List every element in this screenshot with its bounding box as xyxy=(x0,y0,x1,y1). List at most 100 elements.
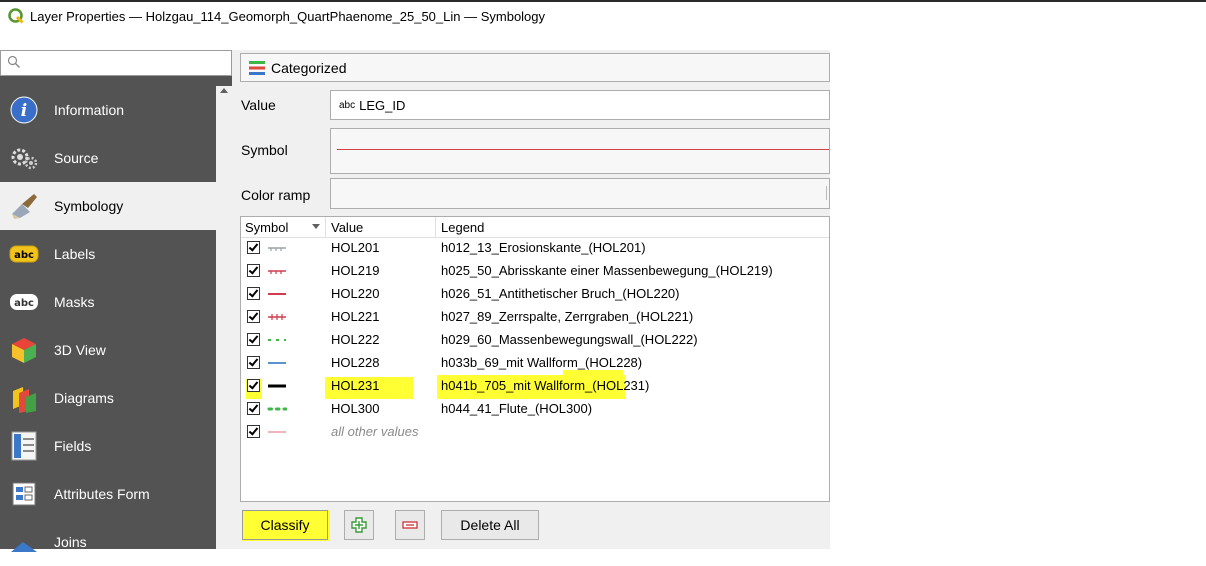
color-ramp-dropdown-edge xyxy=(826,186,827,200)
sidebar-item-labels[interactable]: abc Labels xyxy=(0,230,216,278)
table-header: Symbol Value Legend xyxy=(241,217,829,238)
symbol-button[interactable] xyxy=(330,128,830,174)
category-value[interactable]: HOL231 xyxy=(331,378,379,393)
attributes-form-icon xyxy=(8,478,40,510)
category-legend[interactable]: h025_50_Abrisskante einer Massenbewegung… xyxy=(441,263,773,278)
category-checkbox[interactable] xyxy=(247,333,260,346)
source-icon xyxy=(8,142,40,174)
sidebar-item-information[interactable]: i Information xyxy=(0,86,216,134)
svg-text:abc: abc xyxy=(14,298,34,309)
sidebar-scrollbar[interactable] xyxy=(216,86,232,549)
category-symbol-preview[interactable] xyxy=(267,287,287,301)
category-symbol-preview[interactable] xyxy=(267,241,287,255)
category-symbol-preview[interactable] xyxy=(267,425,287,439)
column-separator xyxy=(435,217,436,237)
color-ramp-label: Color ramp xyxy=(241,187,311,203)
value-label: Value xyxy=(241,97,276,113)
value-field-text: LEG_ID xyxy=(359,97,406,113)
category-symbol-preview[interactable] xyxy=(267,356,287,370)
symbol-label: Symbol xyxy=(241,142,288,158)
category-symbol-preview[interactable] xyxy=(267,379,287,393)
category-legend[interactable]: h027_89_Zerrspalte, Zerrgraben_(HOL221) xyxy=(441,309,693,324)
color-ramp-button[interactable] xyxy=(330,178,830,209)
classify-button[interactable]: Classify xyxy=(242,510,328,540)
category-checkbox[interactable] xyxy=(247,356,260,369)
column-header-value[interactable]: Value xyxy=(331,220,363,235)
categories-table[interactable]: Symbol Value Legend HOL201 h012_13_Erosio… xyxy=(240,216,830,502)
add-class-button[interactable] xyxy=(344,510,374,540)
sidebar-item-symbology[interactable]: Symbology xyxy=(0,182,216,230)
category-value[interactable]: HOL222 xyxy=(331,332,379,347)
value-field-input[interactable]: abc LEG_ID xyxy=(330,90,830,120)
category-value[interactable]: HOL220 xyxy=(331,286,379,301)
remove-class-icon xyxy=(402,521,418,529)
category-checkbox[interactable] xyxy=(247,402,260,415)
renderer-type-value: Categorized xyxy=(271,59,347,76)
sidebar-item-3d-view[interactable]: 3D View xyxy=(0,326,216,374)
sidebar-item-label: Labels xyxy=(54,246,96,262)
categorized-renderer-icon xyxy=(249,60,265,75)
table-row[interactable]: HOL220 h026_51_Antithetischer Bruch_(HOL2… xyxy=(241,283,829,306)
category-value[interactable]: all other values xyxy=(331,424,418,439)
sidebar-item-label: Fields xyxy=(54,438,92,454)
sidebar-item-label: Attributes Form xyxy=(54,486,150,502)
remove-class-button[interactable] xyxy=(395,510,425,540)
category-symbol-preview[interactable] xyxy=(267,333,287,347)
sidebar-item-label: Masks xyxy=(54,294,95,310)
labels-icon: abc xyxy=(8,238,40,270)
sidebar-item-label: Source xyxy=(54,150,99,166)
table-row[interactable]: HOL201 h012_13_Erosionskante_(HOL201) xyxy=(241,237,829,260)
symbol-preview-line xyxy=(337,149,829,150)
joins-icon xyxy=(8,526,40,558)
table-row[interactable]: HOL221 h027_89_Zerrspalte, Zerrgraben_(HO… xyxy=(241,306,829,329)
category-legend[interactable]: h012_13_Erosionskante_(HOL201) xyxy=(441,240,646,255)
sidebar-item-diagrams[interactable]: Diagrams xyxy=(0,374,216,422)
search-icon xyxy=(7,55,20,68)
sidebar-item-joins[interactable]: Joins xyxy=(0,518,216,566)
table-row[interactable]: HOL231 h041b_705_mit Wallform_(HOL231) xyxy=(241,375,829,398)
table-row[interactable]: HOL228 h033b_69_mit Wallform_(HOL228) xyxy=(241,352,829,375)
delete-all-button[interactable]: Delete All xyxy=(441,510,539,540)
renderer-type-select[interactable]: Categorized xyxy=(240,53,830,82)
category-symbol-preview[interactable] xyxy=(267,402,288,416)
qgis-logo-icon xyxy=(8,8,24,24)
table-row[interactable]: all other values xyxy=(241,421,829,444)
category-value[interactable]: HOL221 xyxy=(331,309,379,324)
column-header-legend[interactable]: Legend xyxy=(441,220,484,235)
sidebar-item-label: Joins xyxy=(54,534,87,550)
category-legend[interactable]: h026_51_Antithetischer Bruch_(HOL220) xyxy=(441,286,679,301)
category-checkbox[interactable] xyxy=(247,287,260,300)
category-symbol-preview[interactable] xyxy=(267,264,287,278)
column-header-symbol[interactable]: Symbol xyxy=(245,220,288,235)
sidebar-item-masks[interactable]: abc Masks xyxy=(0,278,216,326)
category-value[interactable]: HOL201 xyxy=(331,240,379,255)
sidebar-item-fields[interactable]: Fields xyxy=(0,422,216,470)
add-class-icon xyxy=(351,517,367,533)
sidebar-item-label: Information xyxy=(54,102,125,118)
sort-descending-icon xyxy=(312,224,320,229)
category-checkbox[interactable] xyxy=(247,310,260,323)
category-symbol-preview[interactable] xyxy=(267,310,287,324)
category-checkbox[interactable] xyxy=(247,425,260,438)
masks-icon: abc xyxy=(8,286,40,318)
sidebar-item-source[interactable]: Source xyxy=(0,134,216,182)
category-value[interactable]: HOL219 xyxy=(331,263,379,278)
search-input[interactable] xyxy=(0,50,232,76)
column-separator xyxy=(325,217,326,237)
string-type-icon: abc xyxy=(339,99,356,111)
table-row[interactable]: HOL219 h025_50_Abrisskante einer Massenbe… xyxy=(241,260,829,283)
window-title: Layer Properties — Holzgau_114_Geomorph_… xyxy=(30,8,546,24)
category-value[interactable]: HOL228 xyxy=(331,355,379,370)
category-legend[interactable]: h044_41_Flute_(HOL300) xyxy=(441,401,592,416)
table-row[interactable]: HOL222 h029_60_Massenbewegungswall_(HOL22… xyxy=(241,329,829,352)
category-checkbox[interactable] xyxy=(247,264,260,277)
sidebar-item-attributes-form[interactable]: Attributes Form xyxy=(0,470,216,518)
category-value[interactable]: HOL300 xyxy=(331,401,379,416)
category-legend[interactable]: h029_60_Massenbewegungswall_(HOL222) xyxy=(441,332,698,347)
category-legend[interactable]: h033b_69_mit Wallform_(HOL228) xyxy=(441,355,642,370)
category-legend[interactable]: h041b_705_mit Wallform_(HOL231) xyxy=(441,378,649,393)
table-row[interactable]: HOL300 h044_41_Flute_(HOL300) xyxy=(241,398,829,421)
category-checkbox[interactable] xyxy=(247,379,260,392)
scroll-up-icon[interactable] xyxy=(220,88,228,93)
category-checkbox[interactable] xyxy=(247,241,260,254)
